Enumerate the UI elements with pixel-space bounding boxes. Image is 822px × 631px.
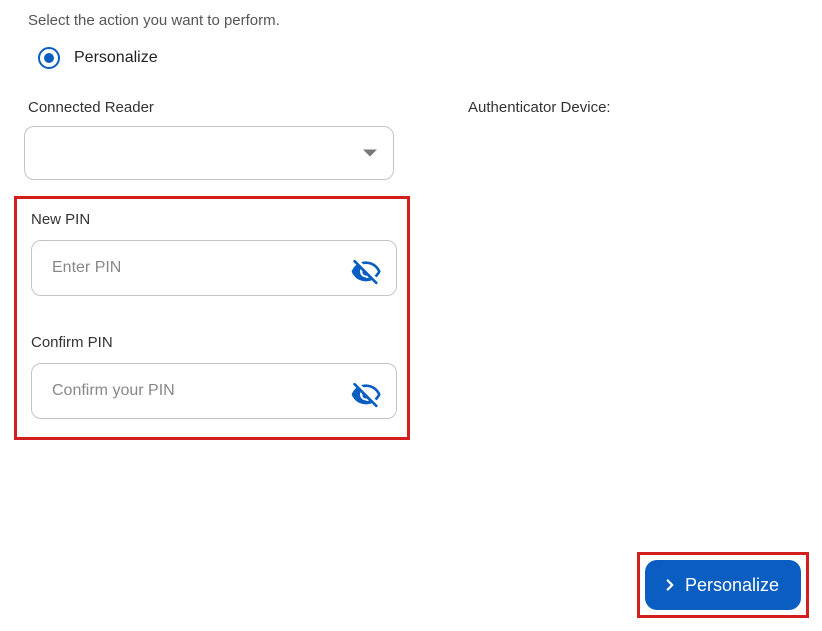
new-pin-input-wrap (31, 240, 397, 296)
personalize-button[interactable]: Personalize (645, 560, 801, 610)
action-radio-group: Personalize (38, 47, 802, 69)
instruction-text: Select the action you want to perform. (20, 12, 802, 29)
button-highlight: Personalize (637, 552, 809, 618)
personalize-radio-label: Personalize (74, 49, 158, 67)
new-pin-label: New PIN (31, 211, 393, 228)
chevron-right-icon (661, 576, 679, 594)
chevron-down-icon (363, 150, 377, 157)
connected-reader-label: Connected Reader (28, 99, 420, 116)
radio-selected-dot (44, 53, 54, 63)
new-pin-input[interactable] (50, 258, 344, 278)
personalize-radio[interactable] (38, 47, 60, 69)
visibility-off-icon[interactable] (350, 379, 382, 403)
authenticator-device-label: Authenticator Device: (468, 99, 802, 116)
pin-fields-highlight: New PIN Confirm PIN (14, 196, 410, 440)
connected-reader-select[interactable] (24, 126, 394, 180)
visibility-off-icon[interactable] (350, 256, 382, 280)
confirm-pin-input-wrap (31, 363, 397, 419)
confirm-pin-label: Confirm PIN (31, 334, 393, 351)
personalize-button-label: Personalize (685, 575, 779, 596)
confirm-pin-input[interactable] (50, 381, 344, 401)
